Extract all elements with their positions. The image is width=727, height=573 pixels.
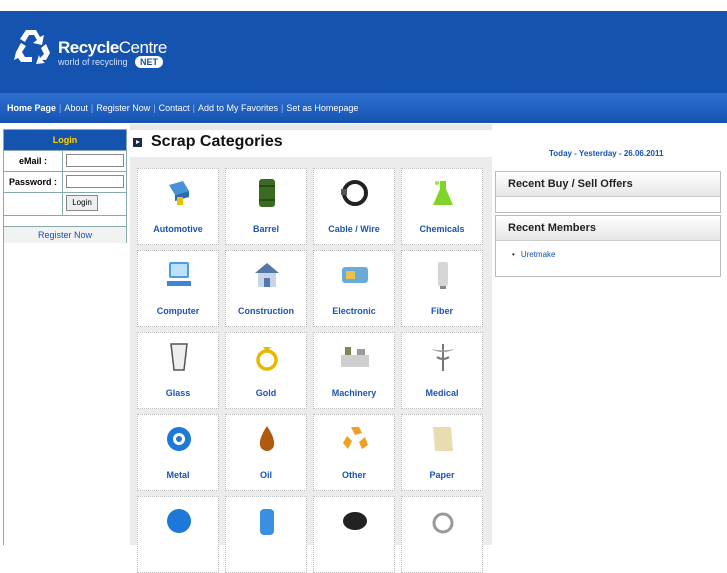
login-button[interactable]: Login [66, 195, 98, 211]
category-oil[interactable]: Oil [225, 414, 307, 491]
category-construction[interactable]: Construction [225, 250, 307, 327]
category-tile-row5-2[interactable] [225, 496, 307, 573]
category-tile-row5-1[interactable] [137, 496, 219, 573]
category-label: Electronic [332, 306, 376, 316]
paper-icon [433, 427, 453, 451]
top-strip [0, 0, 727, 11]
category-chemicals[interactable]: Chemicals [401, 168, 483, 245]
recent-members-panel: Recent Members Uretmake [495, 215, 721, 277]
member-link[interactable]: Uretmake [512, 250, 556, 259]
ring-icon [432, 512, 454, 534]
password-row: Password : [4, 171, 126, 192]
glass-icon [170, 343, 188, 371]
register-link[interactable]: Register Now [4, 226, 126, 243]
category-gold[interactable]: Gold [225, 332, 307, 409]
tire-icon [343, 512, 367, 530]
category-cable-wire[interactable]: Cable / Wire [313, 168, 395, 245]
recent-members-title: Recent Members [496, 216, 720, 241]
category-computer[interactable]: Computer [137, 250, 219, 327]
nav-homepage[interactable]: Set as Homepage [286, 103, 358, 113]
category-tile-row5-4[interactable] [401, 496, 483, 573]
email-label: eMail : [18, 156, 47, 166]
oil-icon [259, 426, 275, 451]
nav-about[interactable]: About [64, 103, 88, 113]
date-line[interactable]: Today - Yesterday - 26.06.2011 [549, 149, 663, 158]
net-badge: NET [135, 56, 163, 68]
categories-top-bar [130, 124, 492, 130]
category-label: Machinery [331, 388, 377, 398]
category-machinery[interactable]: Machinery [313, 332, 395, 409]
brand-name[interactable]: RecycleCentre [58, 38, 167, 58]
brand-tagline: world of recycling [58, 57, 128, 67]
login-spacer [4, 215, 126, 226]
category-tile-row5-3[interactable] [313, 496, 395, 573]
cable-icon [341, 180, 368, 206]
categories-grid: Automotive Barrel Cable / Wire Chemicals… [130, 157, 492, 573]
category-fiber[interactable]: Fiber [401, 250, 483, 327]
category-glass[interactable]: Glass [137, 332, 219, 409]
metal-icon [167, 427, 191, 451]
category-label: Metal [166, 470, 190, 480]
category-label: Oil [259, 470, 272, 480]
other-icon [343, 427, 368, 449]
category-electronic[interactable]: Electronic [313, 250, 395, 327]
category-label: Paper [429, 470, 455, 480]
barrel-icon [259, 179, 275, 207]
computer-icon [167, 262, 191, 286]
login-box: Login eMail : Password : Login Register … [3, 129, 127, 243]
category-paper[interactable]: Paper [401, 414, 483, 491]
construction-icon [255, 263, 279, 287]
category-label: Fiber [430, 306, 453, 316]
left-column-rule [3, 242, 4, 545]
recent-offers-title: Recent Buy / Sell Offers [496, 172, 720, 197]
electronic-icon [342, 267, 368, 283]
recent-offers-panel: Recent Buy / Sell Offers [495, 171, 721, 213]
category-automotive[interactable]: Automotive [137, 168, 219, 245]
login-button-row: Login [4, 192, 126, 215]
category-label: Construction [238, 306, 294, 316]
nav-home[interactable]: Home Page [7, 103, 56, 113]
gold-icon [256, 347, 278, 371]
machinery-icon [341, 347, 369, 367]
nav-bar: Home Page | About | Register Now | Contact |… [0, 93, 727, 123]
plastic-ball-icon [167, 509, 191, 533]
nav-register[interactable]: Register Now [96, 103, 150, 113]
recycle-icon[interactable] [12, 26, 52, 66]
category-label: Computer [156, 306, 200, 316]
password-field[interactable] [66, 175, 124, 188]
categories-title: Scrap Categories [151, 133, 283, 150]
section-arrow-icon [133, 138, 142, 147]
chemicals-icon [433, 181, 453, 205]
category-barrel[interactable]: Barrel [225, 168, 307, 245]
category-label: Medical [425, 388, 459, 398]
fiber-icon [438, 262, 448, 289]
nav-contact[interactable]: Contact [159, 103, 190, 113]
login-title: Login [4, 130, 126, 150]
category-label: Gold [255, 388, 277, 398]
category-metal[interactable]: Metal [137, 414, 219, 491]
category-medical[interactable]: Medical [401, 332, 483, 409]
category-label: Cable / Wire [328, 224, 380, 234]
email-field[interactable] [66, 154, 124, 167]
automotive-icon [169, 181, 189, 205]
container-icon [260, 509, 274, 535]
nav-links: Home Page | About | Register Now | Contact |… [7, 103, 359, 113]
email-row: eMail : [4, 150, 126, 171]
category-label: Other [341, 470, 366, 480]
category-other[interactable]: Other [313, 414, 395, 491]
medical-icon [431, 344, 455, 371]
nav-favorites[interactable]: Add to My Favorites [198, 103, 278, 113]
category-label: Automotive [153, 224, 203, 234]
category-label: Chemicals [419, 224, 465, 234]
category-label: Glass [165, 388, 191, 398]
category-label: Barrel [252, 224, 279, 234]
password-label: Password : [8, 177, 57, 187]
